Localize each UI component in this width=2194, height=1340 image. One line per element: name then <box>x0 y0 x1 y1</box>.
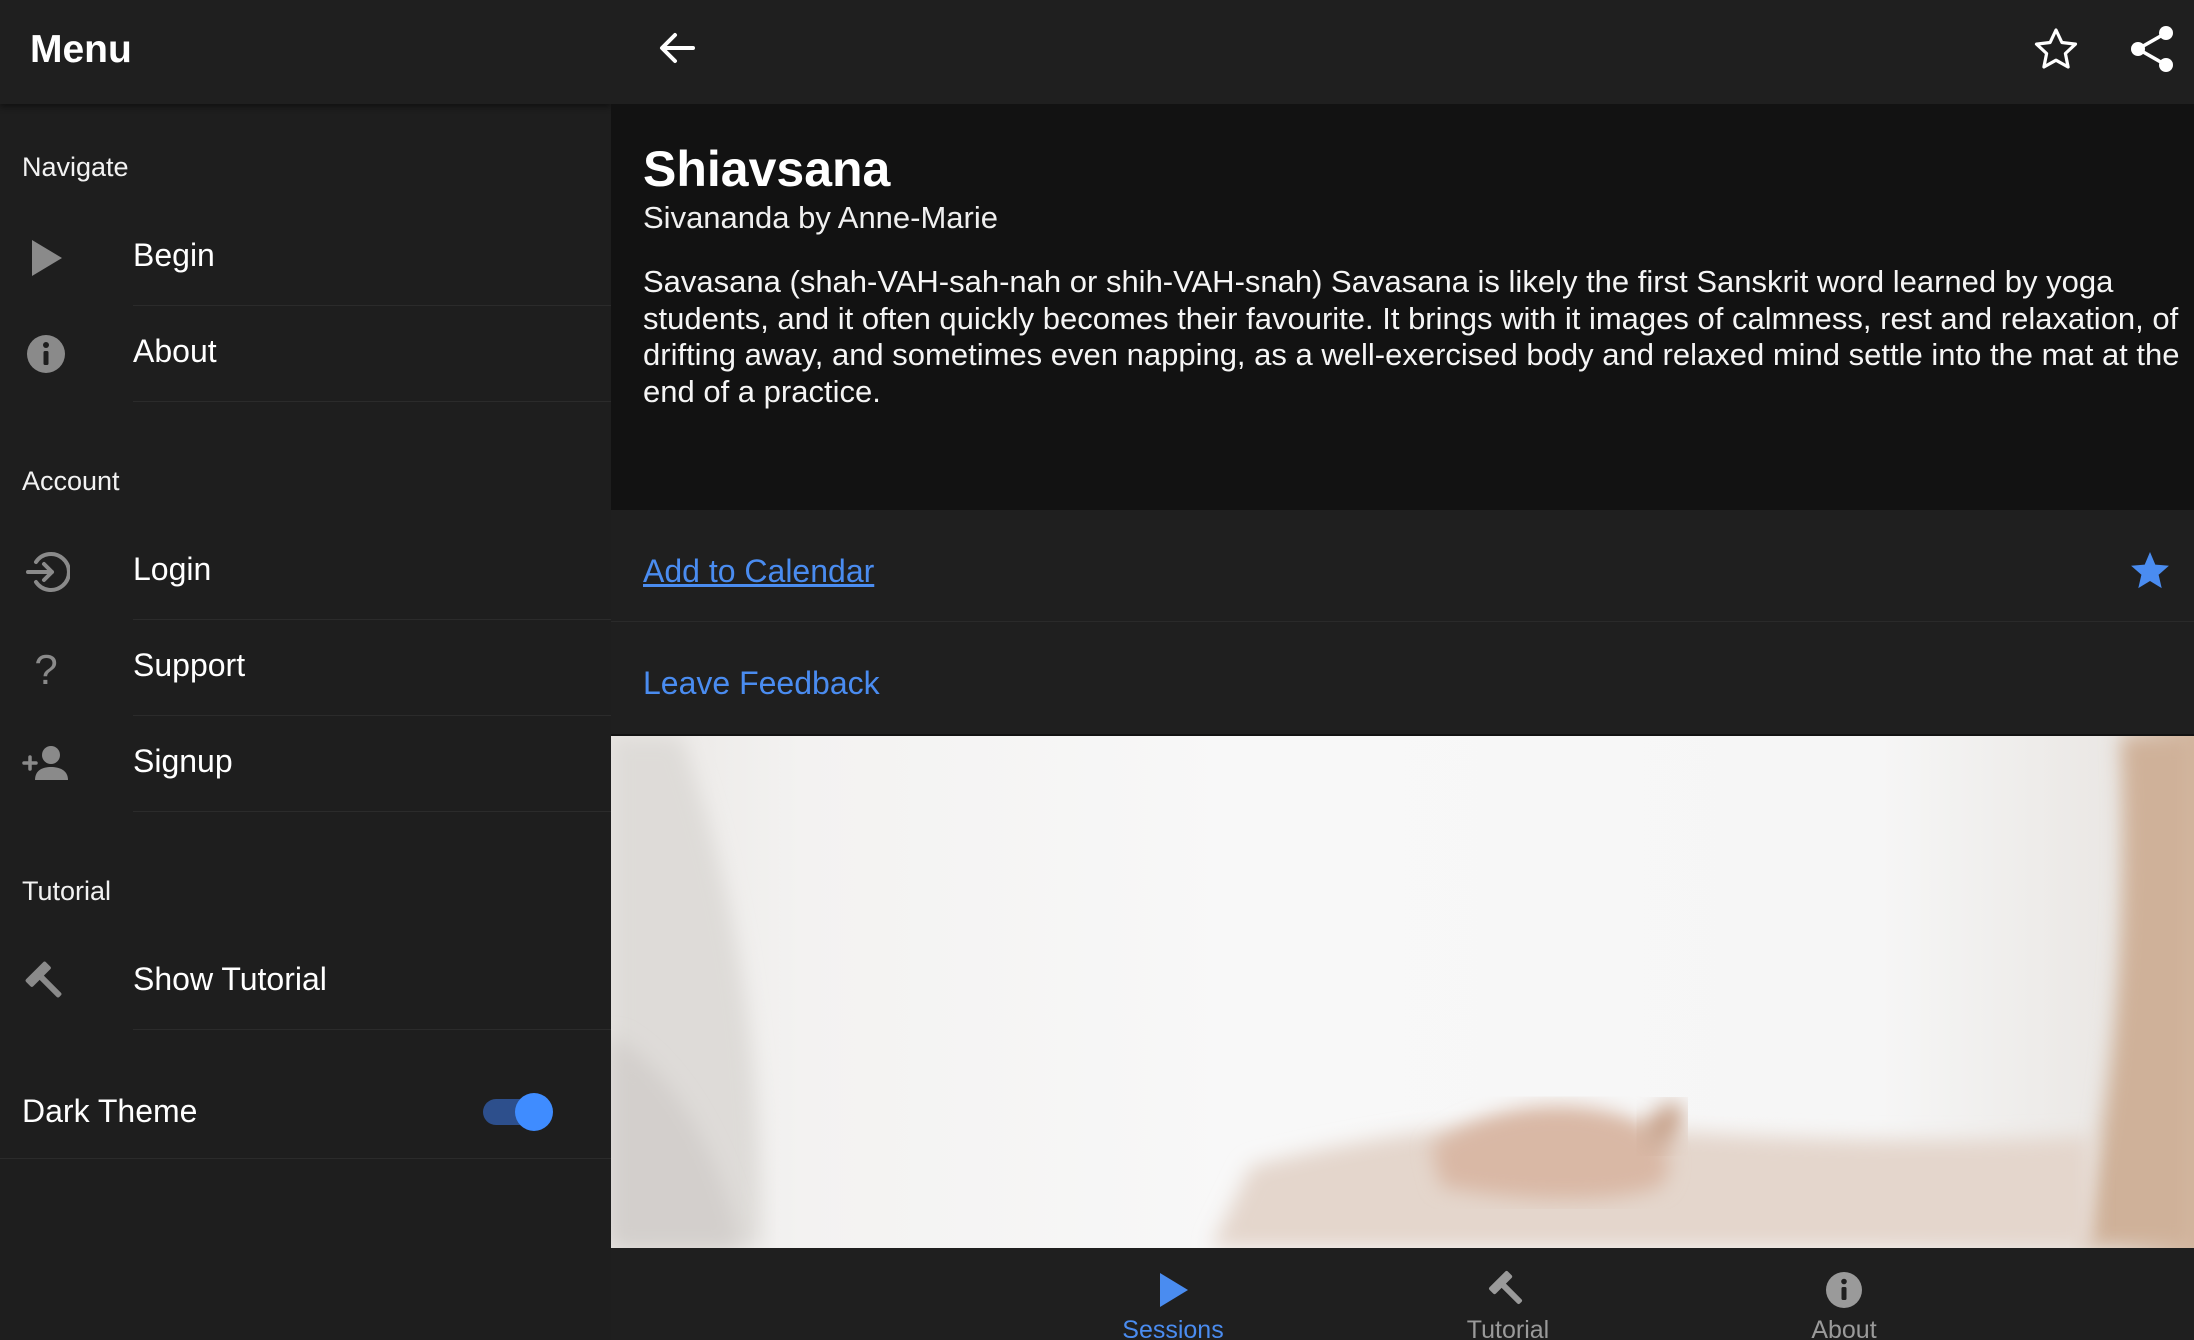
tab-about-label: About <box>1811 1316 1877 1340</box>
section-account-label: Account <box>22 466 120 496</box>
section-navigate-label: Navigate <box>22 152 129 182</box>
play-icon <box>32 240 62 276</box>
person-add-icon <box>22 746 68 780</box>
session-subtitle: Sivananda by Anne-Marie <box>643 200 999 235</box>
hammer-icon <box>1489 1271 1523 1305</box>
dark-theme-label: Dark Theme <box>22 1093 198 1129</box>
favorite-star-icon[interactable] <box>2128 549 2172 593</box>
tab-sessions[interactable]: Sessions <box>1073 1248 1273 1340</box>
toolbar <box>611 0 2194 104</box>
tab-tutorial[interactable]: Tutorial <box>1408 1248 1608 1340</box>
help-icon: ? <box>34 646 57 692</box>
tab-about[interactable]: About <box>1744 1248 1944 1340</box>
info-icon <box>27 335 65 373</box>
session-title: Shiavsana <box>643 141 891 197</box>
section-tutorial-label: Tutorial <box>22 876 112 906</box>
add-to-calendar-row: Add to Calendar <box>611 510 2194 622</box>
svg-text:?: ? <box>34 646 57 692</box>
session-info: Shiavsana Sivananda by Anne-Marie Savasa… <box>611 104 2194 510</box>
side-menu: Menu Navigate Begin About Account Login … <box>0 0 611 1340</box>
dark-theme-row: Dark Theme <box>0 1063 611 1159</box>
menu-item-login[interactable]: Login <box>0 524 611 620</box>
menu-title: Menu <box>30 28 132 71</box>
leave-feedback-link[interactable]: Leave Feedback <box>643 665 880 702</box>
meditation-image <box>611 736 2194 1248</box>
star-outline-icon[interactable] <box>2028 22 2084 78</box>
session-photo <box>611 736 2194 1248</box>
toggle-knob <box>515 1093 553 1131</box>
menu-item-login-label: Login <box>133 551 212 587</box>
menu-item-about-label: About <box>133 333 217 369</box>
add-to-calendar-link[interactable]: Add to Calendar <box>643 553 874 590</box>
bottom-tab-bar: Sessions Tutorial About <box>611 1248 2194 1340</box>
divider <box>133 1029 611 1030</box>
menu-item-support[interactable]: ? Support <box>0 620 611 716</box>
menu-header: Menu <box>0 0 611 104</box>
menu-item-begin-label: Begin <box>133 237 215 273</box>
session-detail-page: Shiavsana Sivananda by Anne-Marie Savasa… <box>611 0 2194 1340</box>
divider <box>133 401 611 402</box>
menu-item-signup[interactable]: Signup <box>0 716 611 812</box>
tab-sessions-label: Sessions <box>1122 1316 1224 1340</box>
menu-item-begin[interactable]: Begin <box>0 210 611 306</box>
leave-feedback-row: Leave Feedback <box>611 622 2194 734</box>
play-icon <box>1160 1273 1188 1307</box>
menu-item-signup-label: Signup <box>133 743 233 779</box>
divider <box>0 1158 611 1159</box>
back-arrow-icon[interactable] <box>649 20 705 76</box>
session-description: Savasana (shah-VAH-sah-nah or shih-VAH-s… <box>643 264 2180 409</box>
hammer-icon <box>25 961 62 998</box>
info-icon <box>1826 1272 1862 1308</box>
dark-theme-toggle[interactable] <box>481 1093 555 1131</box>
menu-item-about[interactable]: About <box>0 306 611 402</box>
menu-item-show-tutorial-label: Show Tutorial <box>133 961 327 997</box>
login-icon <box>26 552 70 592</box>
menu-item-support-label: Support <box>133 647 246 683</box>
tab-tutorial-label: Tutorial <box>1466 1316 1550 1340</box>
divider <box>133 811 611 812</box>
share-icon[interactable] <box>2124 21 2180 77</box>
menu-item-show-tutorial[interactable]: Show Tutorial <box>0 934 611 1030</box>
